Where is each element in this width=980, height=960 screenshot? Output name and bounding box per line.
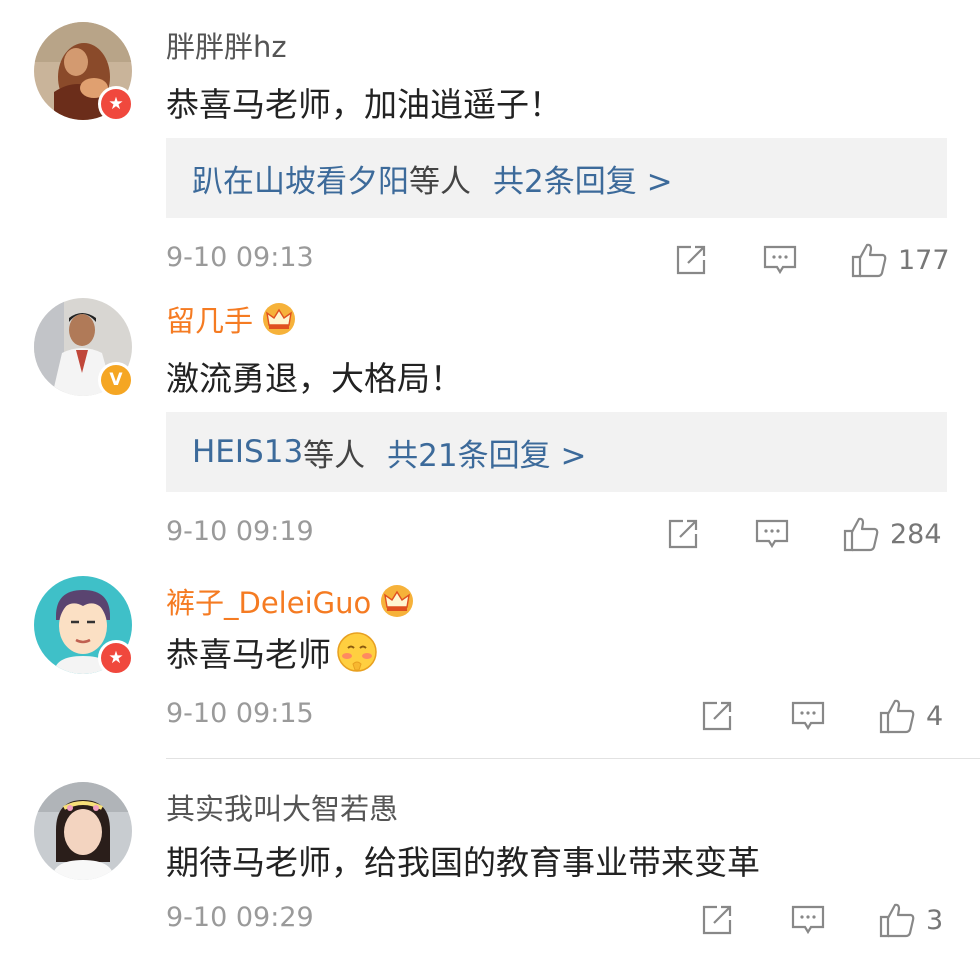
share-button[interactable] — [700, 900, 734, 940]
reply-others-label: 等人 — [409, 163, 471, 200]
member-star-badge-icon: ★ — [98, 86, 134, 122]
avatar[interactable] — [34, 782, 132, 880]
comment-text: 恭喜马老师，加油逍遥子！ — [166, 85, 562, 124]
replies-preview[interactable]: HEIS13 等人 共21条回复 > — [166, 412, 947, 492]
username[interactable]: 裤子_DeleiGuo — [166, 580, 415, 622]
like-count: 177 — [898, 244, 950, 276]
avatar[interactable]: ★ — [34, 576, 134, 676]
username[interactable]: 胖胖胖hz — [166, 24, 287, 66]
thumbs-up-icon — [843, 517, 879, 552]
share-icon — [702, 701, 732, 731]
like-button[interactable]: 177 — [850, 240, 950, 280]
thumbs-up-icon — [879, 699, 915, 734]
member-star-badge-icon: ★ — [98, 640, 134, 676]
comment-icon — [763, 245, 797, 275]
share-button[interactable] — [674, 240, 708, 280]
like-count: 3 — [926, 904, 944, 936]
username[interactable]: 其实我叫大智若愚 — [166, 786, 398, 828]
username[interactable]: 留几手 — [166, 298, 297, 340]
share-button[interactable] — [666, 514, 700, 554]
blush-face-emoji-icon — [337, 632, 377, 672]
comment-button[interactable] — [762, 240, 798, 280]
reply-usernames[interactable]: 趴在山坡看夕阳 — [192, 156, 409, 201]
like-button[interactable]: 4 — [878, 696, 943, 736]
comment-button[interactable] — [790, 900, 826, 940]
share-icon — [702, 905, 732, 935]
timestamp: 9-10 09:29 — [166, 902, 314, 933]
comment-text: 期待马老师，给我国的教育事业带来变革 — [166, 843, 760, 882]
share-icon — [668, 519, 698, 549]
timestamp: 9-10 09:13 — [166, 242, 314, 273]
like-count: 4 — [926, 700, 944, 732]
thumbs-up-icon — [879, 903, 915, 938]
like-count: 284 — [890, 518, 942, 550]
reply-others-label: 等人 — [303, 437, 366, 474]
comment-button[interactable] — [754, 514, 790, 554]
comment-text: 激流勇退，大格局！ — [166, 359, 463, 398]
thumbs-up-icon — [851, 243, 887, 278]
comment-icon — [755, 519, 789, 549]
share-icon — [676, 245, 706, 275]
reply-count-link[interactable]: 共21条回复 > — [387, 430, 586, 475]
verified-v-badge-icon: V — [98, 362, 134, 398]
divider — [166, 758, 980, 759]
comment-button[interactable] — [790, 696, 826, 736]
crown-icon — [381, 585, 414, 617]
comment-text: 恭喜马老师 — [166, 628, 379, 676]
like-button[interactable]: 284 — [842, 514, 942, 554]
comment-icon — [791, 905, 825, 935]
avatar[interactable]: V — [34, 298, 134, 398]
timestamp: 9-10 09:15 — [166, 698, 314, 729]
comment-meta: 9-10 09:29 3 — [166, 900, 947, 940]
replies-preview[interactable]: 趴在山坡看夕阳 等人 共2条回复 > — [166, 138, 947, 218]
comment-meta: 9-10 09:19 284 — [166, 514, 947, 554]
crown-icon — [263, 303, 296, 335]
reply-usernames[interactable]: HEIS13 — [192, 434, 303, 470]
timestamp: 9-10 09:19 — [166, 516, 314, 547]
comment-meta: 9-10 09:15 4 — [166, 696, 947, 736]
share-button[interactable] — [700, 696, 734, 736]
reply-count-link[interactable]: 共2条回复 > — [493, 156, 673, 201]
avatar[interactable]: ★ — [34, 22, 134, 122]
like-button[interactable]: 3 — [878, 900, 943, 940]
comment-meta: 9-10 09:13 177 — [166, 240, 950, 280]
comment-icon — [791, 701, 825, 731]
